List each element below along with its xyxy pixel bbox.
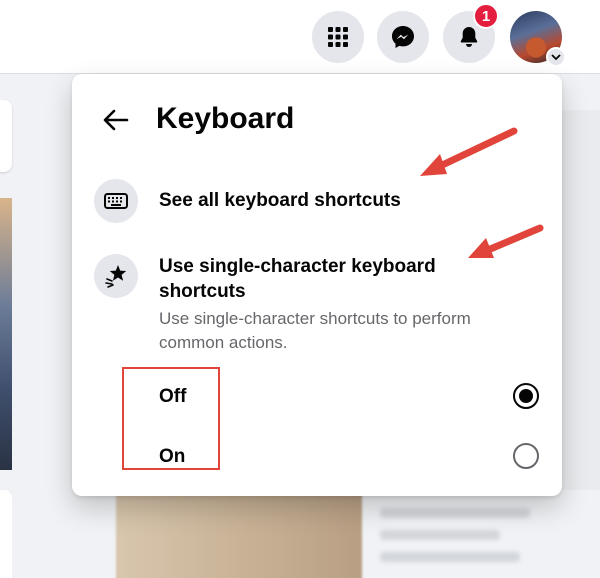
grid-menu-icon: [328, 27, 348, 47]
messenger-icon: [392, 26, 414, 48]
profile-avatar-button[interactable]: [510, 11, 566, 67]
apps-menu-button[interactable]: [312, 11, 364, 63]
annotation-highlight-box: [122, 367, 220, 470]
see-all-shortcuts-label: See all keyboard shortcuts: [159, 190, 401, 211]
background-panel: [560, 110, 600, 490]
notification-count-badge: 1: [473, 3, 499, 29]
annotation-arrow: [468, 224, 544, 258]
keyboard-icon-container: [94, 179, 138, 223]
panel-title: Keyboard: [156, 102, 295, 135]
shortcut-star-icon: [105, 265, 127, 288]
shortcut-icon-container: [94, 254, 138, 298]
top-navigation-bar: 1: [0, 0, 600, 74]
annotation-arrow: [420, 127, 518, 176]
background-blurred-text: [380, 530, 500, 540]
notifications-button[interactable]: 1: [443, 3, 499, 63]
background-blurred-text: [380, 508, 530, 518]
single-character-shortcuts-label: Use single-character keyboard shortcuts: [159, 256, 436, 302]
background-blurred-photo: [116, 492, 362, 578]
messenger-button[interactable]: [377, 11, 429, 63]
background-card: [0, 100, 12, 172]
keyboard-icon: [104, 193, 128, 209]
back-arrow-icon: [103, 109, 129, 131]
back-button[interactable]: [94, 98, 138, 142]
single-character-shortcuts-description: Use single-character shortcuts to perfor…: [159, 309, 471, 352]
option-off-radio[interactable]: [513, 383, 539, 409]
account-menu-caret[interactable]: [546, 47, 566, 67]
background-photo: [0, 198, 12, 470]
background-card: [0, 490, 12, 578]
option-on-radio[interactable]: [513, 443, 539, 469]
chevron-down-icon: [551, 54, 561, 61]
bell-icon: [460, 27, 478, 47]
background-blurred-text: [380, 552, 520, 562]
